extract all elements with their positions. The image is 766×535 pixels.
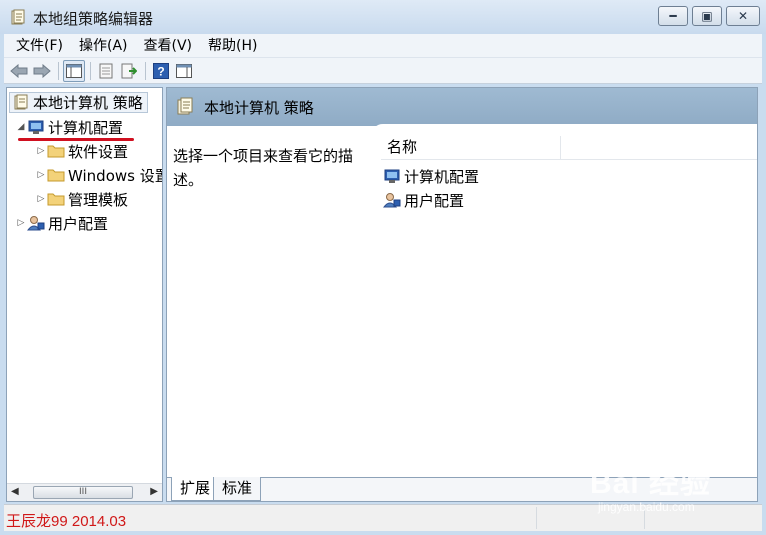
tree-item-computer-config[interactable]: ◢ 计算机配置 [15, 116, 123, 138]
show-hide-action-pane-icon [176, 63, 192, 78]
red-annotation-underline [18, 138, 134, 141]
user-config-icon [27, 214, 45, 232]
policy-document-icon [12, 93, 30, 111]
tree-root[interactable]: 本地计算机 策略 [9, 91, 148, 113]
tree-item-user-config[interactable]: ▷ 用户配置 [15, 212, 108, 234]
scrollbar-thumb[interactable]: III [33, 486, 133, 499]
description-text: 选择一个项目来查看它的描述。 [173, 147, 354, 189]
maximize-button[interactable]: ▣ [692, 6, 722, 26]
status-divider [536, 507, 537, 529]
minimize-icon: ━ [669, 9, 677, 23]
svg-text:?: ? [157, 64, 164, 78]
show-hide-tree-icon [66, 63, 82, 78]
baidu-watermark-logo: Bai 经验 [590, 467, 712, 500]
folder-icon [47, 142, 65, 160]
tab-standard[interactable]: 标准 [213, 477, 262, 501]
tree-item-label: Windows 设置 [68, 166, 163, 185]
collapsed-arrow-icon[interactable]: ▷ [35, 194, 47, 204]
tree-root-label: 本地计算机 策略 [33, 93, 143, 112]
collapsed-arrow-icon[interactable]: ▷ [35, 146, 47, 156]
tree-item-admin-templates[interactable]: ▷ 管理模板 [35, 188, 128, 210]
properties-button[interactable] [95, 60, 117, 82]
show-hide-tree-button[interactable] [63, 59, 85, 82]
toolbar-separator [58, 61, 59, 80]
window-title: 本地组策略编辑器 [33, 10, 154, 28]
back-arrow-icon [10, 63, 28, 78]
folder-icon [47, 190, 65, 208]
export-list-icon [121, 63, 137, 78]
tree-item-label: 管理模板 [68, 190, 129, 209]
toolbar: ? [4, 58, 762, 84]
column-header-filler [561, 136, 757, 160]
collapsed-arrow-icon[interactable]: ▷ [35, 170, 47, 180]
details-pane: 本地计算机 策略 选择一个项目来查看它的描述。 名称 计算机配置 用户配置 扩展… [166, 87, 758, 502]
menu-help[interactable]: 帮助(H) [200, 35, 265, 57]
forward-button[interactable] [31, 60, 53, 82]
maximize-icon: ▣ [701, 9, 713, 23]
list-item[interactable]: 计算机配置 [383, 165, 479, 187]
forward-arrow-icon [33, 63, 51, 78]
collapsed-arrow-icon[interactable]: ▷ [15, 218, 27, 228]
menu-file[interactable]: 文件(F) [8, 35, 71, 57]
menu-bar: 文件(F) 操作(A) 查看(V) 帮助(H) [4, 34, 762, 58]
tree-root-box: 本地计算机 策略 [9, 91, 148, 113]
title-bar: 本地组策略编辑器 ━ ▣ ✕ [0, 0, 766, 34]
tree-item-software-settings[interactable]: ▷ 软件设置 [35, 140, 128, 162]
help-icon: ? [153, 62, 169, 79]
tree-item-label: 用户配置 [48, 214, 109, 233]
back-button[interactable] [8, 60, 30, 82]
toolbar-separator [145, 61, 146, 80]
tree-item-label: 软件设置 [68, 142, 129, 161]
tree-pane: 本地计算机 策略 ◢ 计算机配置 ▷ 软件设置 ▷ Windows 设置 ▷ 管… [6, 87, 163, 502]
tab-extended[interactable]: 扩展 [171, 477, 220, 501]
menu-action[interactable]: 操作(A) [71, 35, 136, 57]
expanded-arrow-icon[interactable]: ◢ [15, 122, 27, 132]
tree-item-label: 计算机配置 [48, 118, 124, 137]
tree-horizontal-scrollbar[interactable]: ◀ III ▶ [7, 483, 162, 501]
close-icon: ✕ [737, 9, 749, 23]
policy-document-icon [177, 97, 193, 119]
show-hide-action-pane-button[interactable] [173, 60, 195, 82]
list-item-label: 用户配置 [404, 191, 465, 210]
details-title: 本地计算机 策略 [204, 99, 314, 117]
scroll-right-icon[interactable]: ▶ [150, 486, 158, 497]
policy-editor-icon [11, 9, 25, 25]
computer-config-icon [383, 167, 401, 185]
description-area: 选择一个项目来查看它的描述。 [167, 126, 373, 478]
baidu-watermark-url: jingyan.baidu.com [598, 500, 695, 514]
menu-view[interactable]: 查看(V) [136, 35, 201, 57]
status-text: 王辰龙99 2014.03 [6, 513, 127, 530]
help-button[interactable]: ? [150, 60, 172, 82]
items-list: 名称 计算机配置 用户配置 [371, 124, 757, 476]
computer-config-icon [27, 118, 45, 136]
properties-icon [99, 63, 113, 78]
window-controls: ━ ▣ ✕ [654, 6, 760, 26]
user-config-icon [383, 191, 401, 209]
close-button[interactable]: ✕ [726, 6, 760, 26]
tree-item-windows-settings[interactable]: ▷ Windows 设置 [35, 164, 163, 186]
toolbar-separator [90, 61, 91, 80]
export-list-button[interactable] [118, 60, 140, 82]
folder-icon [47, 166, 65, 184]
list-item-label: 计算机配置 [404, 167, 480, 186]
minimize-button[interactable]: ━ [658, 6, 688, 26]
list-item[interactable]: 用户配置 [383, 189, 464, 211]
column-header-name[interactable]: 名称 [381, 136, 561, 160]
scroll-left-icon[interactable]: ◀ [11, 486, 19, 497]
details-header: 本地计算机 策略 [167, 88, 757, 126]
